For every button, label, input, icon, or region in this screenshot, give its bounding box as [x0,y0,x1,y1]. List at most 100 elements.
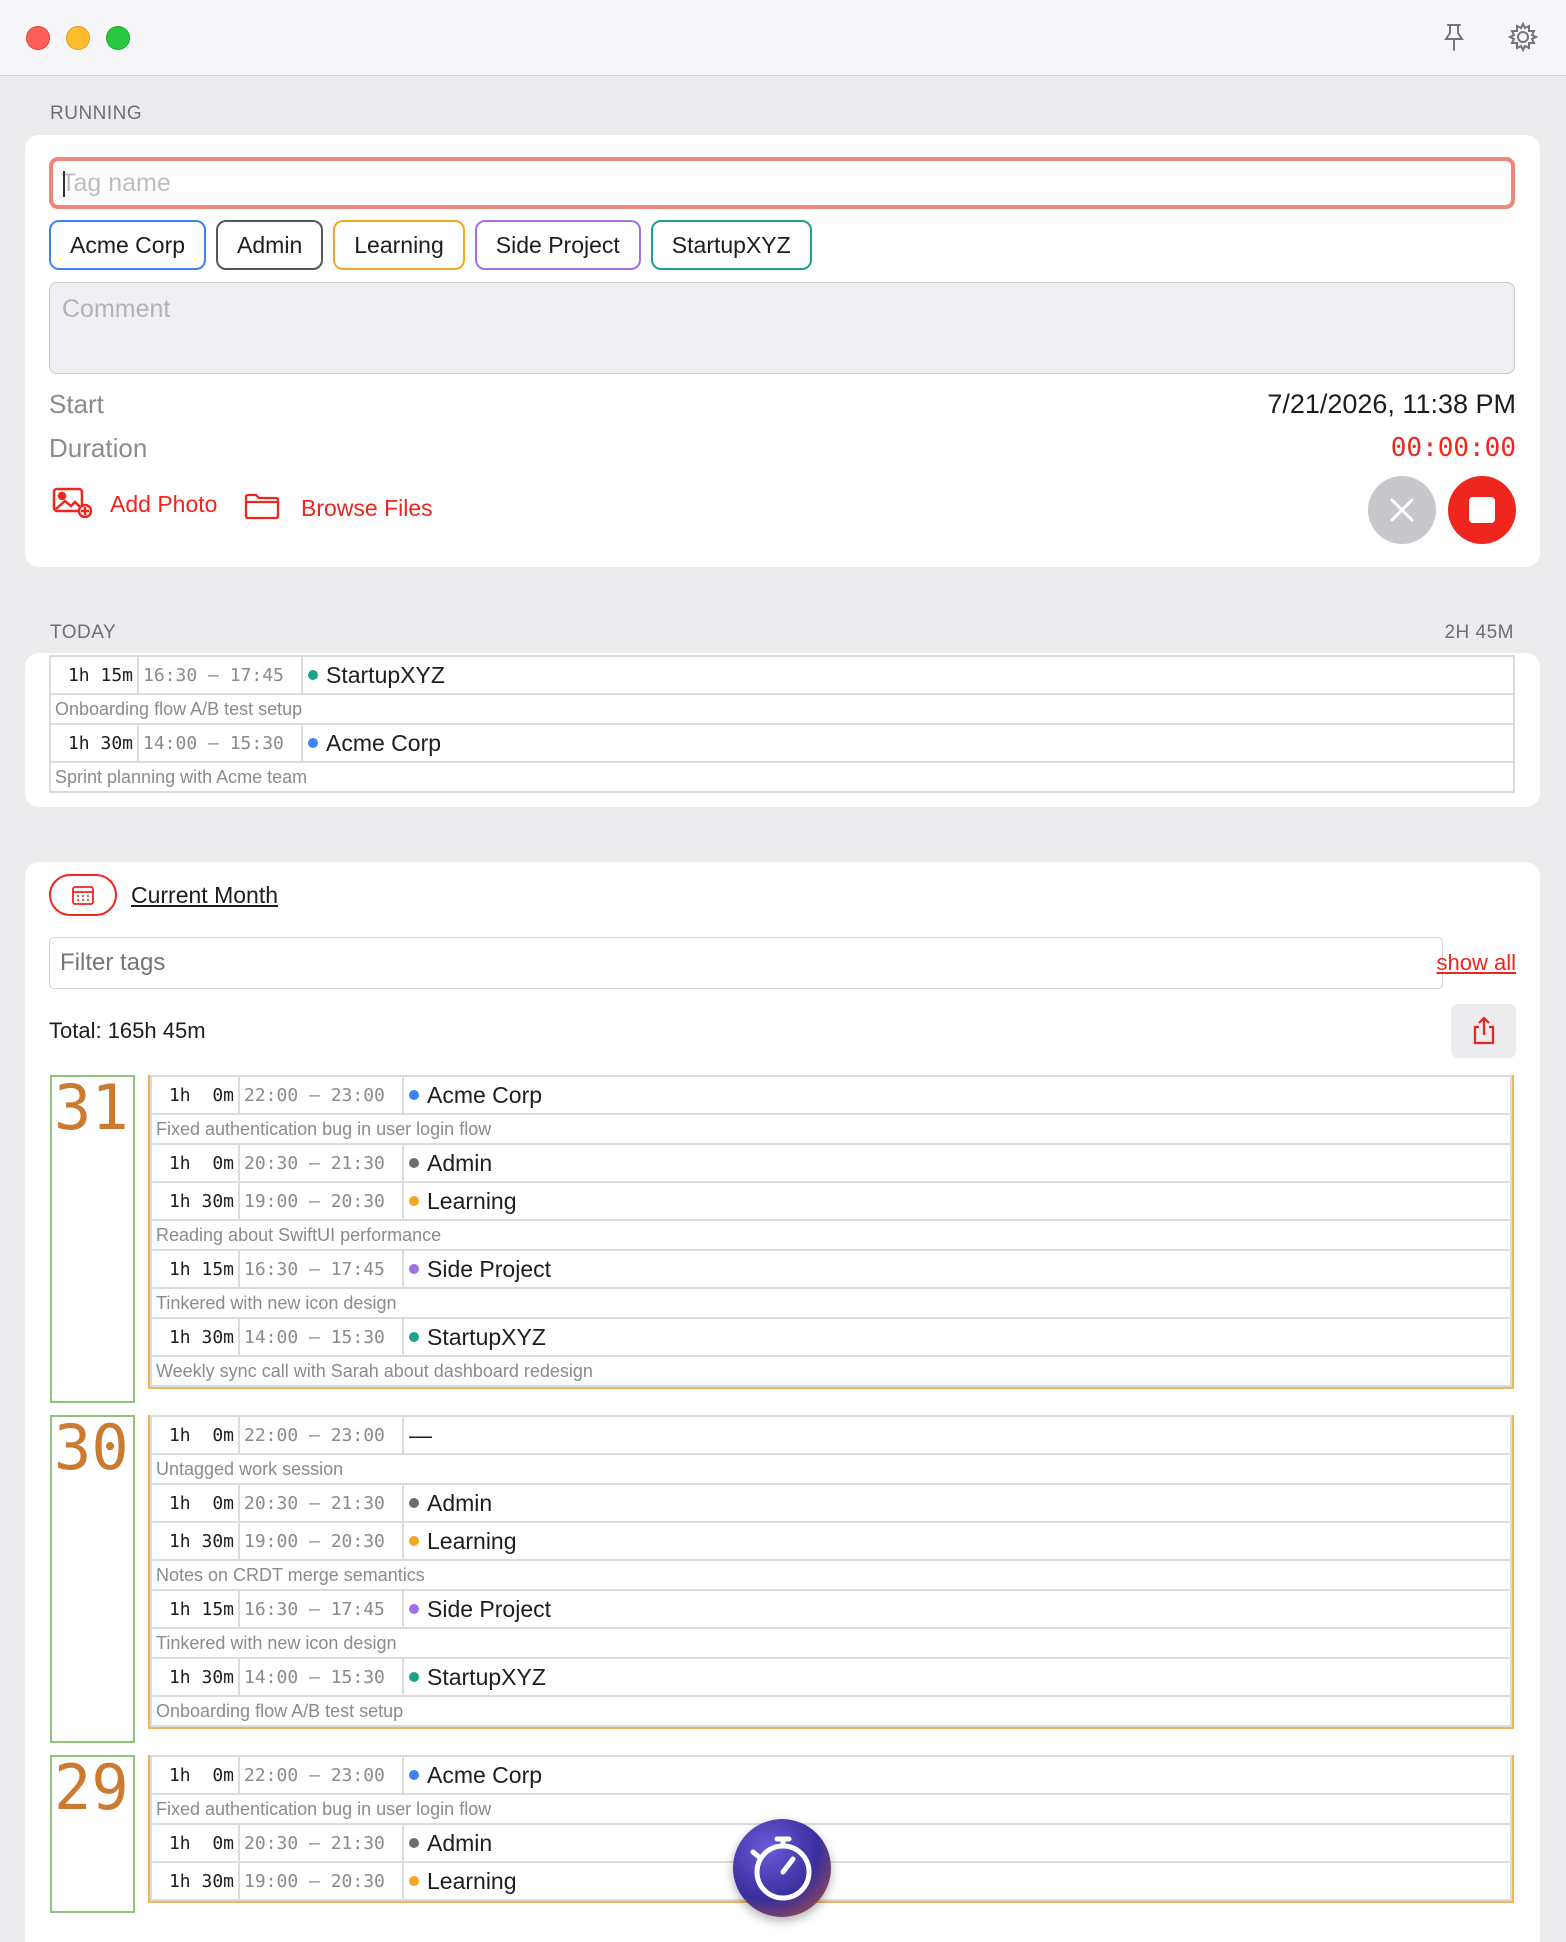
tag-color-dot [308,738,318,748]
browse-files-label: Browse Files [301,495,433,521]
entry-time-range: 19:00 — 20:30 [240,1523,404,1559]
entry-comment: Fixed authentication bug in user login f… [150,1793,1512,1825]
entry-time-range: 20:30 — 21:30 [240,1825,404,1861]
entry-tag: Admin [404,1825,1510,1861]
close-icon [1390,498,1414,522]
pin-icon[interactable] [1437,20,1471,54]
add-photo-button[interactable]: Add Photo [52,486,217,523]
tag-chip-learning[interactable]: Learning [333,220,465,270]
calendar-button[interactable] [49,874,117,916]
chip-label: StartupXYZ [671,231,791,258]
entry-tag: Acme Corp [404,1757,1510,1793]
entry-time-range: 16:30 — 17:45 [240,1591,404,1627]
entry-row[interactable]: 1h 15m 16:30 — 17:45 StartupXYZ [49,655,1515,695]
entry-tag-label: Acme Corp [427,1081,543,1108]
day-number: 30 [54,1411,129,1484]
entry-row[interactable]: 1h 0m 22:00 — 23:00— [150,1415,1512,1455]
show-all-link[interactable]: show all [1437,950,1516,976]
filter-tags-field[interactable] [49,937,1443,989]
entry-comment: Onboarding flow A/B test setup [150,1695,1512,1727]
tag-name-input[interactable] [53,161,1511,205]
add-photo-icon [52,486,94,523]
entry-duration: 1h 30m [152,1659,240,1695]
close-window-button[interactable] [26,26,50,50]
filter-tags-input[interactable] [50,938,1442,988]
entry-comment: Reading about SwiftUI performance [150,1219,1512,1251]
stop-button[interactable] [1448,476,1516,544]
stopwatch-app-icon[interactable] [733,1819,831,1917]
day-number: 31 [54,1071,129,1144]
entry-row[interactable]: 1h 15m 16:30 — 17:45 Side Project [150,1589,1512,1629]
tag-chip-side-project[interactable]: Side Project [474,220,641,270]
tag-chip-admin[interactable]: Admin [216,220,324,270]
entry-row[interactable]: 1h 30m 14:00 — 15:30 StartupXYZ [150,1317,1512,1357]
entry-tag: Admin [404,1145,1510,1181]
entry-row[interactable]: 1h 0m 20:30 — 21:30 Admin [150,1143,1512,1183]
entry-row[interactable]: 1h 0m 20:30 — 21:30 Admin [150,1823,1512,1863]
entry-tag-label: Side Project [427,1255,552,1282]
text-caret [63,171,65,197]
entry-duration: 1h 15m [51,657,139,693]
comment-field[interactable] [49,282,1515,374]
comment-input[interactable] [50,283,1514,373]
entry-tag: Admin [404,1485,1510,1521]
browse-files-button[interactable]: Browse Files [244,492,433,525]
entry-duration: 1h 0m [152,1417,240,1453]
entry-duration: 1h 0m [152,1485,240,1521]
title-bar [0,0,1566,76]
folder-icon [244,492,280,525]
tag-color-dot [409,1536,419,1546]
tag-color-dot [409,1158,419,1168]
entry-tag-label: Learning [427,1867,517,1894]
day-entries: 1h 0m 22:00 — 23:00 Acme Corp Fixed authent… [148,1075,1514,1389]
entry-time-range: 14:00 — 15:30 [240,1319,404,1355]
entry-tag: Learning [404,1523,1510,1559]
settings-gear-icon[interactable] [1506,20,1540,54]
duration-label: Duration [49,433,148,463]
today-entries: 1h 15m 16:30 — 17:45 StartupXYZ Onboardi… [49,655,1515,793]
tag-chip-startupxyz[interactable]: StartupXYZ [650,220,812,270]
tag-color-dot [409,1876,419,1886]
entry-row[interactable]: 1h 0m 20:30 — 21:30 Admin [150,1483,1512,1523]
entry-tag: Side Project [404,1591,1510,1627]
tag-name-field[interactable] [49,157,1515,209]
minimize-window-button[interactable] [66,26,90,50]
entry-tag: StartupXYZ [404,1319,1510,1355]
add-photo-label: Add Photo [110,491,218,517]
entry-row[interactable]: 1h 30m 19:00 — 20:30 Learning [150,1181,1512,1221]
entry-tag-label: StartupXYZ [427,1663,546,1690]
discard-button[interactable] [1368,476,1436,544]
zoom-window-button[interactable] [106,26,130,50]
entry-row[interactable]: 1h 15m 16:30 — 17:45 Side Project [150,1249,1512,1289]
tag-color-dot [409,1498,419,1508]
share-icon [1473,1016,1494,1045]
start-value[interactable]: 7/21/2026, 11:38 PM [1267,389,1516,420]
entry-duration: 1h 0m [152,1825,240,1861]
tag-chips: Acme Corp Admin Learning Side Project St… [49,220,812,270]
calendar-icon [72,886,94,905]
entry-row[interactable]: 1h 0m 22:00 — 23:00 Acme Corp [150,1075,1512,1115]
entry-row[interactable]: 1h 0m 22:00 — 23:00 Acme Corp [150,1755,1512,1795]
tag-chip-acme-corp[interactable]: Acme Corp [49,220,207,270]
entry-row[interactable]: 1h 30m 14:00 — 15:30 StartupXYZ [150,1657,1512,1697]
chip-label: Learning [354,231,444,258]
entry-comment: Weekly sync call with Sarah about dashbo… [150,1355,1512,1387]
day-column: 30 [50,1415,135,1743]
entry-row[interactable]: 1h 30m 14:00 — 15:30 Acme Corp [49,723,1515,763]
entry-time-range: 20:30 — 21:30 [240,1485,404,1521]
tag-color-dot [409,1332,419,1342]
chip-label: Side Project [495,231,620,258]
entry-tag: StartupXYZ [303,657,1513,693]
day-column: 29 [50,1755,135,1913]
entry-duration: 1h 0m [152,1757,240,1793]
entry-tag-label: Learning [427,1187,517,1214]
entry-row[interactable]: 1h 30m 19:00 — 20:30 Learning [150,1521,1512,1561]
export-button[interactable] [1451,1004,1516,1058]
tag-color-dot [409,1838,419,1848]
entry-duration: 1h 30m [51,725,139,761]
period-selector[interactable]: Current Month [131,882,278,909]
entry-time-range: 16:30 — 17:45 [139,657,303,693]
entry-tag-label: Side Project [427,1595,552,1622]
entry-duration: 1h 30m [152,1319,240,1355]
entry-row[interactable]: 1h 30m 19:00 — 20:30 Learning [150,1861,1512,1901]
